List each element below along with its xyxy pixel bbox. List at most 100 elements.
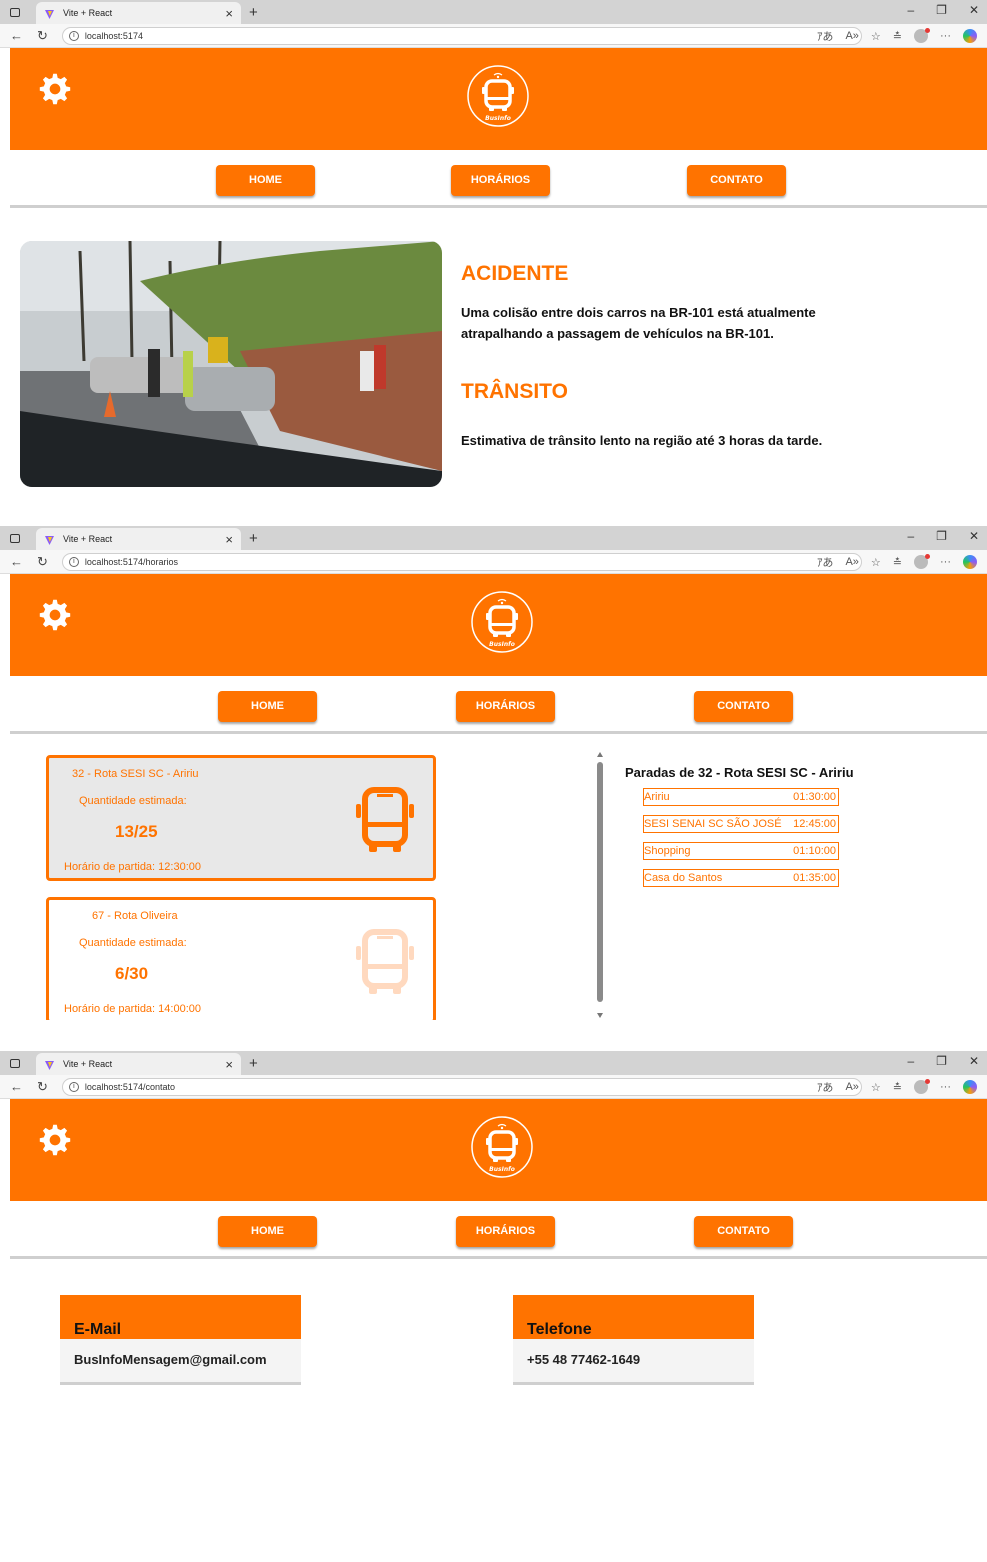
- main-nav: HOME HORÁRIOS CONTATO: [10, 1201, 987, 1259]
- email-card-header: E-Mail: [60, 1295, 301, 1339]
- translate-icon[interactable]: ｱあ: [817, 1079, 834, 1095]
- settings-gear-icon[interactable]: [38, 598, 72, 632]
- translate-icon[interactable]: ｱあ: [817, 28, 834, 44]
- nav-home-button[interactable]: HOME: [216, 165, 315, 196]
- bus-icon: [353, 786, 417, 856]
- nav-horarios-button[interactable]: HORÁRIOS: [456, 1216, 555, 1247]
- nav-contato-button[interactable]: CONTATO: [694, 1216, 793, 1247]
- minimize-icon[interactable]: –: [907, 3, 914, 17]
- url-text: localhost:5174/horarios: [84, 556, 178, 567]
- profile-icon[interactable]: [914, 28, 930, 43]
- url-bar[interactable]: i localhost:5174/horarios: [61, 552, 862, 571]
- nav-home-button[interactable]: HOME: [218, 691, 317, 722]
- nav-horarios-button[interactable]: HORÁRIOS: [456, 691, 555, 722]
- copilot-icon[interactable]: [963, 1080, 977, 1094]
- restore-icon[interactable]: ❐: [936, 529, 947, 543]
- main-nav: HOME HORÁRIOS CONTATO: [10, 150, 987, 208]
- logo-text: BusInfo: [489, 1166, 515, 1173]
- favorites-icon[interactable]: ≛: [893, 1081, 902, 1094]
- more-icon[interactable]: ···: [940, 556, 951, 568]
- minimize-icon[interactable]: –: [907, 1054, 914, 1068]
- tab-actions-icon[interactable]: [10, 7, 20, 17]
- stop-time: 01:35:00: [793, 872, 836, 884]
- favorite-star-icon[interactable]: ☆: [871, 30, 881, 43]
- nav-horarios-button[interactable]: HORÁRIOS: [451, 165, 550, 196]
- favorite-star-icon[interactable]: ☆: [871, 556, 881, 569]
- close-window-icon[interactable]: ✕: [969, 529, 979, 543]
- news-body: Uma colisão entre dois carros na BR-101 …: [461, 305, 816, 341]
- browser-tab[interactable]: Vite + React ×: [36, 528, 241, 550]
- close-window-icon[interactable]: ✕: [969, 3, 979, 17]
- new-tab-icon[interactable]: +: [249, 530, 258, 547]
- url-bar[interactable]: i localhost:5174/contato: [61, 1077, 862, 1096]
- info-icon[interactable]: i: [68, 556, 79, 567]
- nav-contato-button[interactable]: CONTATO: [694, 691, 793, 722]
- nav-contato-button[interactable]: CONTATO: [687, 165, 786, 196]
- browser-tab[interactable]: Vite + React ×: [36, 1053, 241, 1075]
- email-value: BusInfoMensagem@gmail.com: [74, 1352, 267, 1367]
- minimize-icon[interactable]: –: [907, 529, 914, 543]
- stops-title: Paradas de 32 - Rota SESI SC - Aririu: [625, 765, 854, 780]
- businfo-logo: BusInfo: [466, 64, 530, 128]
- news-title: ACIDENTE: [461, 262, 569, 285]
- stop-time: 01:10:00: [793, 845, 836, 857]
- stop-time: 12:45:00: [793, 818, 836, 830]
- favorites-icon[interactable]: ≛: [893, 556, 902, 569]
- bus-route-name: 67 - Rota Oliveira: [92, 910, 178, 922]
- close-window-icon[interactable]: ✕: [969, 1054, 979, 1068]
- browser-tab[interactable]: Vite + React ×: [36, 2, 241, 24]
- reload-icon[interactable]: ↻: [37, 554, 48, 570]
- stop-row: Casa do Santos 01:35:00: [643, 869, 839, 887]
- stop-name: SESI SENAI SC SÃO JOSÉ: [644, 818, 782, 830]
- reload-icon[interactable]: ↻: [37, 28, 48, 44]
- profile-icon[interactable]: [914, 554, 930, 569]
- phone-card-header: Telefone: [513, 1295, 754, 1339]
- restore-icon[interactable]: ❐: [936, 1054, 947, 1068]
- close-tab-icon[interactable]: ×: [225, 6, 233, 21]
- restore-icon[interactable]: ❐: [936, 3, 947, 17]
- back-icon[interactable]: ←: [10, 28, 23, 43]
- close-tab-icon[interactable]: ×: [225, 532, 233, 547]
- bus-icon: [353, 928, 417, 998]
- copilot-icon[interactable]: [963, 555, 977, 569]
- departure-time: Horário de partida: 12:30:00: [64, 861, 201, 873]
- new-tab-icon[interactable]: +: [249, 1055, 258, 1072]
- stop-row: Aririu 01:30:00: [643, 788, 839, 806]
- info-icon[interactable]: i: [68, 1081, 79, 1092]
- reload-icon[interactable]: ↻: [37, 1079, 48, 1095]
- scrollbar-thumb[interactable]: [597, 762, 603, 1002]
- phone-label: Telefone: [527, 1321, 592, 1338]
- window-controls: – ❐ ✕: [907, 1054, 979, 1068]
- info-icon[interactable]: i: [68, 30, 79, 41]
- app-header: BusInfo: [10, 1099, 987, 1201]
- profile-icon[interactable]: [914, 1079, 930, 1094]
- email-card-body: BusInfoMensagem@gmail.com: [60, 1339, 301, 1385]
- more-icon[interactable]: ···: [940, 30, 951, 42]
- bus-card[interactable]: 32 - Rota SESI SC - Aririu Quantidade es…: [46, 755, 436, 881]
- favorites-icon[interactable]: ≛: [893, 30, 902, 43]
- read-aloud-icon[interactable]: A»: [845, 556, 858, 568]
- read-aloud-icon[interactable]: A»: [845, 1081, 858, 1093]
- settings-gear-icon[interactable]: [38, 1123, 72, 1157]
- stop-name: Casa do Santos: [644, 872, 723, 884]
- close-tab-icon[interactable]: ×: [225, 1057, 233, 1072]
- favorite-star-icon[interactable]: ☆: [871, 1081, 881, 1094]
- url-bar[interactable]: i localhost:5174: [61, 26, 862, 45]
- tab-actions-icon[interactable]: [10, 1058, 20, 1068]
- bus-card[interactable]: 67 - Rota Oliveira Quantidade estimada: …: [46, 897, 436, 1020]
- quantity-label: Quantidade estimada:: [79, 937, 187, 949]
- back-icon[interactable]: ←: [10, 1079, 23, 1094]
- new-tab-icon[interactable]: +: [249, 4, 258, 21]
- browser-tools: ｱあ A» ☆ ≛ ···: [817, 1079, 977, 1095]
- nav-home-button[interactable]: HOME: [218, 1216, 317, 1247]
- copilot-icon[interactable]: [963, 29, 977, 43]
- translate-icon[interactable]: ｱあ: [817, 554, 834, 570]
- read-aloud-icon[interactable]: A»: [845, 30, 858, 42]
- main-nav: HOME HORÁRIOS CONTATO: [10, 676, 987, 734]
- more-icon[interactable]: ···: [940, 1081, 951, 1093]
- app-header: BusInfo: [10, 574, 987, 676]
- settings-gear-icon[interactable]: [38, 72, 72, 106]
- window-controls: – ❐ ✕: [907, 529, 979, 543]
- tab-actions-icon[interactable]: [10, 533, 20, 543]
- back-icon[interactable]: ←: [10, 554, 23, 569]
